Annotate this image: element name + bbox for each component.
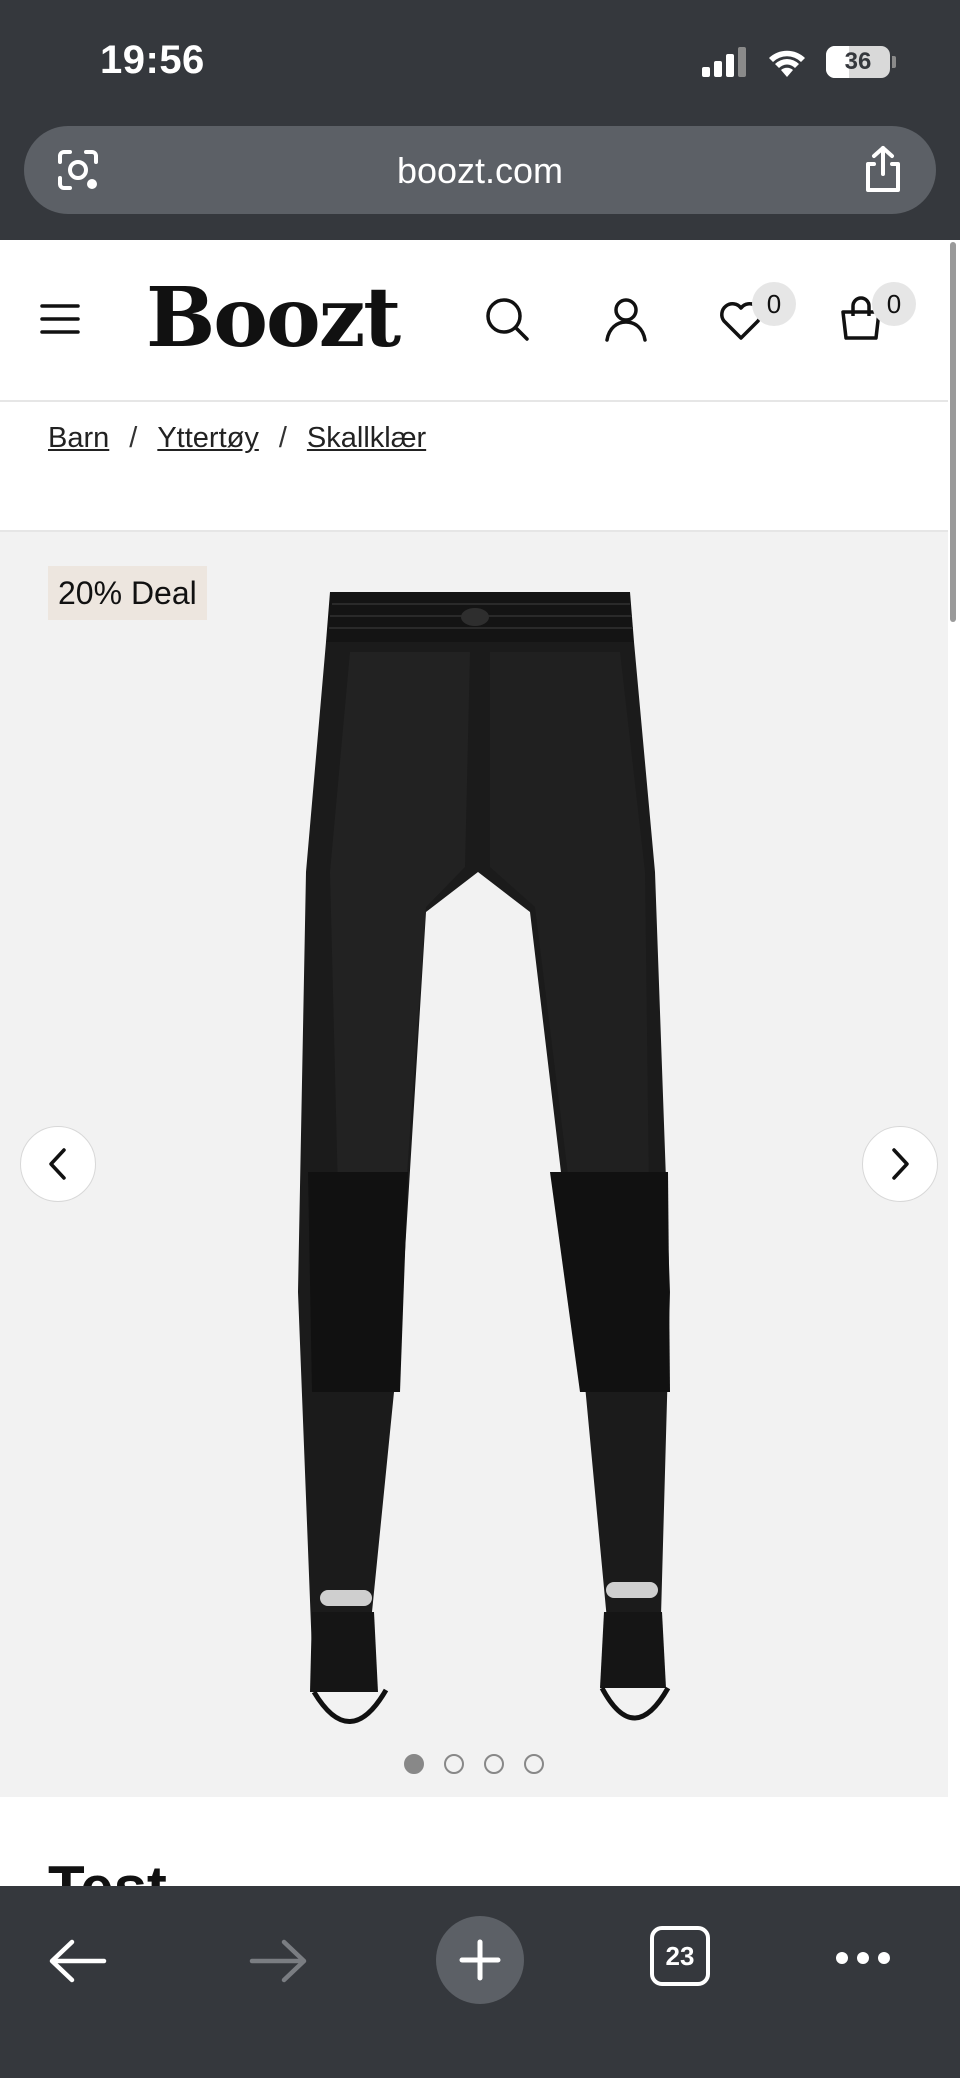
gallery-dot[interactable] bbox=[404, 1754, 424, 1774]
chevron-left-icon bbox=[49, 1148, 66, 1180]
forward-arrow-icon[interactable] bbox=[248, 1938, 308, 1989]
status-icons: 36 bbox=[702, 46, 896, 78]
page-scrollbar[interactable] bbox=[950, 242, 956, 622]
section-title-partial: Test bbox=[48, 1858, 167, 1888]
tabs-count-button[interactable]: 23 bbox=[650, 1926, 710, 1986]
status-bar: 19:56 36 bbox=[0, 0, 960, 110]
share-icon[interactable] bbox=[860, 144, 906, 199]
breadcrumb-item-yttertoy[interactable]: Yttertøy bbox=[157, 422, 259, 455]
deal-badge: 20% Deal bbox=[48, 566, 207, 620]
gallery-prev-button[interactable] bbox=[20, 1126, 96, 1202]
browser-toolbar: 23 bbox=[0, 1886, 960, 2078]
search-icon[interactable] bbox=[484, 296, 530, 347]
breadcrumb-separator: / bbox=[278, 422, 287, 454]
cart-count-badge: 0 bbox=[872, 282, 916, 326]
address-bar[interactable]: boozt.com bbox=[24, 126, 936, 214]
breadcrumb-separator: / bbox=[129, 422, 138, 454]
account-icon[interactable] bbox=[603, 296, 649, 347]
battery-icon: 36 bbox=[826, 46, 896, 78]
gallery-dot[interactable] bbox=[484, 1754, 504, 1774]
product-gallery[interactable]: 20% Deal bbox=[0, 532, 948, 1797]
url-text[interactable]: boozt.com bbox=[24, 150, 936, 192]
breadcrumb-item-barn[interactable]: Barn bbox=[48, 422, 109, 455]
plus-icon bbox=[459, 1939, 501, 1981]
signal-icon bbox=[702, 47, 746, 77]
wifi-icon bbox=[769, 50, 805, 77]
browser-address-area: boozt.com bbox=[0, 110, 960, 240]
gallery-pagination bbox=[0, 1754, 948, 1774]
battery-level: 36 bbox=[844, 48, 872, 75]
gallery-dot[interactable] bbox=[524, 1754, 544, 1774]
wishlist-count-badge: 0 bbox=[752, 282, 796, 326]
new-tab-button[interactable] bbox=[436, 1916, 524, 2004]
site-logo[interactable]: Boozt bbox=[146, 270, 401, 366]
breadcrumb: Barn / Yttertøy / Skallklær bbox=[48, 422, 426, 455]
status-time: 19:56 bbox=[100, 38, 205, 82]
site-header: Boozt 0 0 bbox=[0, 240, 948, 402]
gallery-next-button[interactable] bbox=[862, 1126, 938, 1202]
back-arrow-icon[interactable] bbox=[48, 1938, 108, 1989]
gallery-dot[interactable] bbox=[444, 1754, 464, 1774]
product-image-rain-pants[interactable] bbox=[250, 572, 710, 1772]
chevron-right-icon bbox=[892, 1148, 909, 1180]
more-options-icon[interactable] bbox=[834, 1950, 892, 1971]
menu-icon[interactable] bbox=[40, 302, 80, 341]
breadcrumb-item-skallklaer[interactable]: Skallklær bbox=[307, 422, 426, 455]
